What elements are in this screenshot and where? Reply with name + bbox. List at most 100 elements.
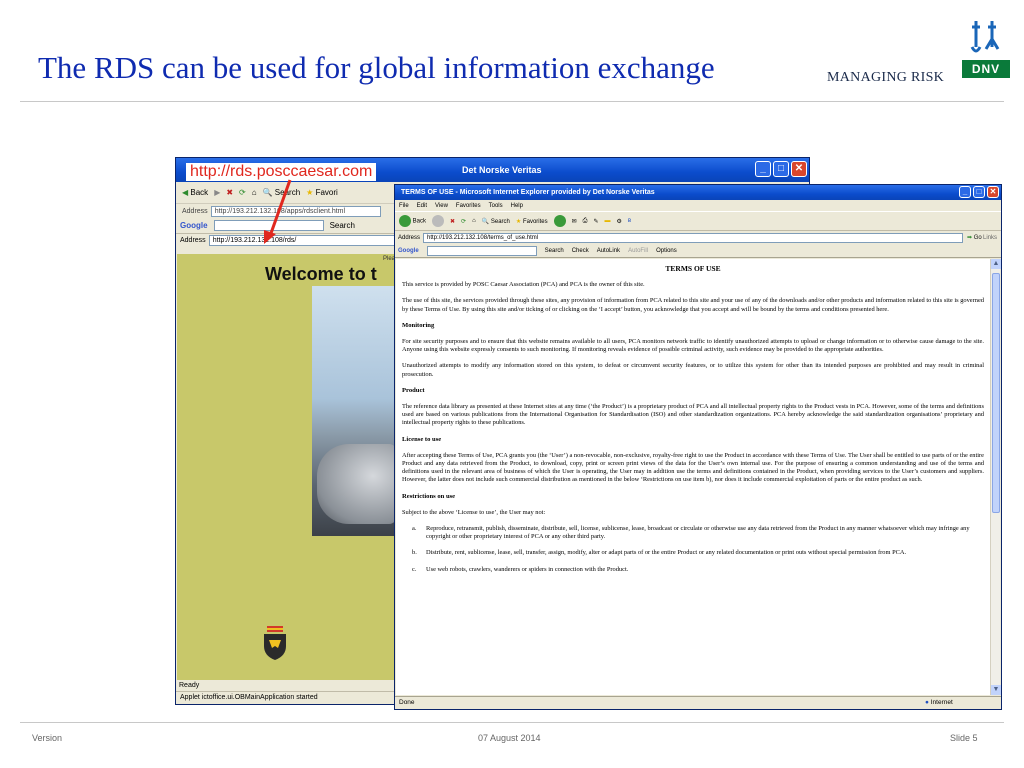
front-address-input[interactable]: http://193.212.132.108/terms_of_use.html — [423, 232, 964, 243]
check-button[interactable]: Check — [572, 248, 589, 254]
slide-title: The RDS can be used for global informati… — [38, 50, 715, 85]
search-button[interactable]: 🔍 Search — [263, 188, 301, 197]
section-heading-monitoring: Monitoring — [402, 321, 435, 329]
doc-paragraph: After accepting these Terms of Use, PCA … — [402, 451, 984, 484]
menu-view[interactable]: View — [435, 203, 448, 209]
star-icon: ★ — [515, 218, 522, 225]
search-icon: 🔍 — [481, 218, 490, 225]
folder-icon[interactable]: ▬ — [605, 218, 611, 224]
back-address-input-2[interactable]: http://193.212.132.108/rds/ — [208, 235, 399, 246]
back-arrow-icon: ◀ — [182, 188, 189, 197]
ship-hull — [317, 444, 397, 524]
dnv-logo: DNV — [962, 16, 1010, 86]
close-button[interactable]: ✕ — [791, 161, 807, 177]
footer-divider — [20, 722, 1004, 723]
section-heading-license: License to use — [402, 435, 442, 443]
footer-version: Version — [32, 733, 63, 743]
back-window-title: Det Norske Veritas — [462, 165, 542, 175]
crest-icon — [261, 626, 289, 660]
scroll-down-icon[interactable]: ▼ — [991, 685, 1001, 695]
refresh-icon[interactable]: ⟳ — [461, 218, 466, 225]
google-search-button[interactable]: Search — [330, 221, 355, 230]
scroll-up-icon[interactable]: ▲ — [991, 259, 1001, 269]
doc-paragraph: For site security purposes and to ensure… — [402, 338, 984, 354]
maximize-button[interactable]: □ — [973, 186, 985, 198]
options-button[interactable]: Options — [656, 248, 677, 254]
minimize-button[interactable]: _ — [959, 186, 971, 198]
home-icon[interactable]: ⌂ — [472, 218, 476, 224]
dnv-emblem-icon — [962, 16, 1010, 58]
go-button[interactable]: ➡ Go — [967, 234, 982, 241]
search-button[interactable]: 🔍 Search — [482, 218, 510, 225]
research-icon[interactable]: ⚙ — [617, 218, 622, 225]
refresh-icon[interactable]: ⟳ — [239, 188, 246, 197]
google-search-input[interactable] — [426, 245, 537, 256]
footer-date: 07 August 2014 — [478, 733, 541, 743]
scroll-thumb[interactable] — [992, 273, 1000, 513]
menu-help[interactable]: Help — [511, 203, 523, 209]
menu-bar: File Edit View Favorites Tools Help — [395, 200, 1001, 211]
favorites-button[interactable]: ★ Favorites — [516, 218, 548, 225]
front-google-toolbar: Google Search Check AutoLink AutoFill Op… — [395, 244, 1001, 258]
star-icon: ★ — [306, 188, 314, 197]
section-heading-restrictions: Restrictions on use — [402, 492, 456, 500]
autofill-button[interactable]: AutoFill — [628, 248, 648, 254]
list-item: c. Use web robots, crawlers, wanderers o… — [412, 565, 629, 573]
google-search-input[interactable] — [213, 220, 324, 231]
front-window-titlebar[interactable]: TERMS OF USE - Microsoft Internet Explor… — [395, 185, 1001, 200]
dnv-logo-text: DNV — [962, 60, 1010, 78]
maximize-button[interactable]: □ — [773, 161, 789, 177]
menu-edit[interactable]: Edit — [417, 203, 427, 209]
forward-icon[interactable] — [432, 215, 445, 227]
back-button[interactable]: Back — [399, 215, 426, 227]
status-text: Done — [399, 699, 415, 706]
favorites-button[interactable]: ★ Favori — [306, 188, 338, 197]
list-item: a. Reproduce, retransmit, publish, disse… — [412, 525, 970, 541]
tagline: MANAGING RISK — [827, 70, 945, 85]
bluetooth-icon[interactable]: ʙ — [628, 218, 631, 224]
front-address-bar: Address http://193.212.132.108/terms_of_… — [395, 231, 1001, 244]
google-search-button[interactable]: Search — [545, 248, 564, 254]
list-item: b. Distribute, rent, sublicense, lease, … — [412, 549, 907, 557]
front-toolbar: Back ✖ ⟳ ⌂ 🔍 Search ★ Favorites ✉ ⎙ ✎ ▬ … — [395, 211, 1001, 231]
forward-button[interactable]: ▶ — [214, 188, 220, 197]
close-button[interactable]: ✕ — [987, 186, 999, 198]
rds-url-callout: http://rds.posccaesar.com — [186, 163, 377, 181]
menu-favorites[interactable]: Favorites — [456, 203, 481, 209]
edit-icon[interactable]: ✎ — [593, 218, 598, 225]
globe-icon: ● — [925, 699, 929, 706]
stop-icon[interactable]: ✖ — [226, 188, 233, 197]
back-address-input[interactable]: http://193.212.132.108/apps/rdsclient.ht… — [210, 205, 381, 217]
doc-paragraph: Unauthorized attempts to modify any info… — [402, 362, 984, 378]
mail-icon[interactable]: ✉ — [572, 218, 577, 225]
history-icon[interactable] — [553, 215, 566, 227]
terms-browser-window[interactable]: TERMS OF USE - Microsoft Internet Explor… — [394, 184, 1002, 710]
document-title: TERMS OF USE — [665, 264, 721, 273]
minimize-button[interactable]: _ — [755, 161, 771, 177]
doc-intro: This service is provided by POSC Caesar … — [402, 281, 645, 289]
doc-paragraph: The use of this site, the services provi… — [402, 297, 984, 313]
back-arrow-icon — [399, 215, 411, 227]
terms-document: TERMS OF USE This service is provided by… — [396, 259, 990, 695]
back-button[interactable]: ◀ Back — [182, 188, 208, 197]
stop-icon[interactable]: ✖ — [450, 218, 455, 225]
header-divider — [20, 101, 1004, 102]
footer-slide-number: Slide 5 — [950, 733, 978, 743]
home-icon[interactable]: ⌂ — [252, 188, 257, 197]
vertical-scrollbar[interactable]: ▲ ▼ — [990, 259, 1001, 695]
welcome-heading: Welcome to t — [265, 264, 377, 284]
autolink-button[interactable]: AutoLink — [597, 248, 620, 254]
menu-file[interactable]: File — [399, 203, 409, 209]
links-button[interactable]: Links — [983, 235, 997, 241]
front-status-bar: Done ● Internet — [395, 696, 1001, 709]
section-heading-product: Product — [402, 386, 425, 394]
print-icon[interactable]: ⎙ — [583, 218, 588, 225]
doc-paragraph: The reference data library as presented … — [402, 403, 984, 427]
security-zone: ● Internet — [925, 699, 953, 706]
doc-paragraph: Subject to the above ‘License to use’, t… — [402, 508, 546, 516]
google-logo: Google — [180, 221, 208, 230]
google-logo: Google — [398, 247, 419, 254]
front-window-title: TERMS OF USE - Microsoft Internet Explor… — [401, 189, 655, 196]
menu-tools[interactable]: Tools — [489, 203, 503, 209]
go-arrow-icon: ➡ — [967, 235, 973, 241]
